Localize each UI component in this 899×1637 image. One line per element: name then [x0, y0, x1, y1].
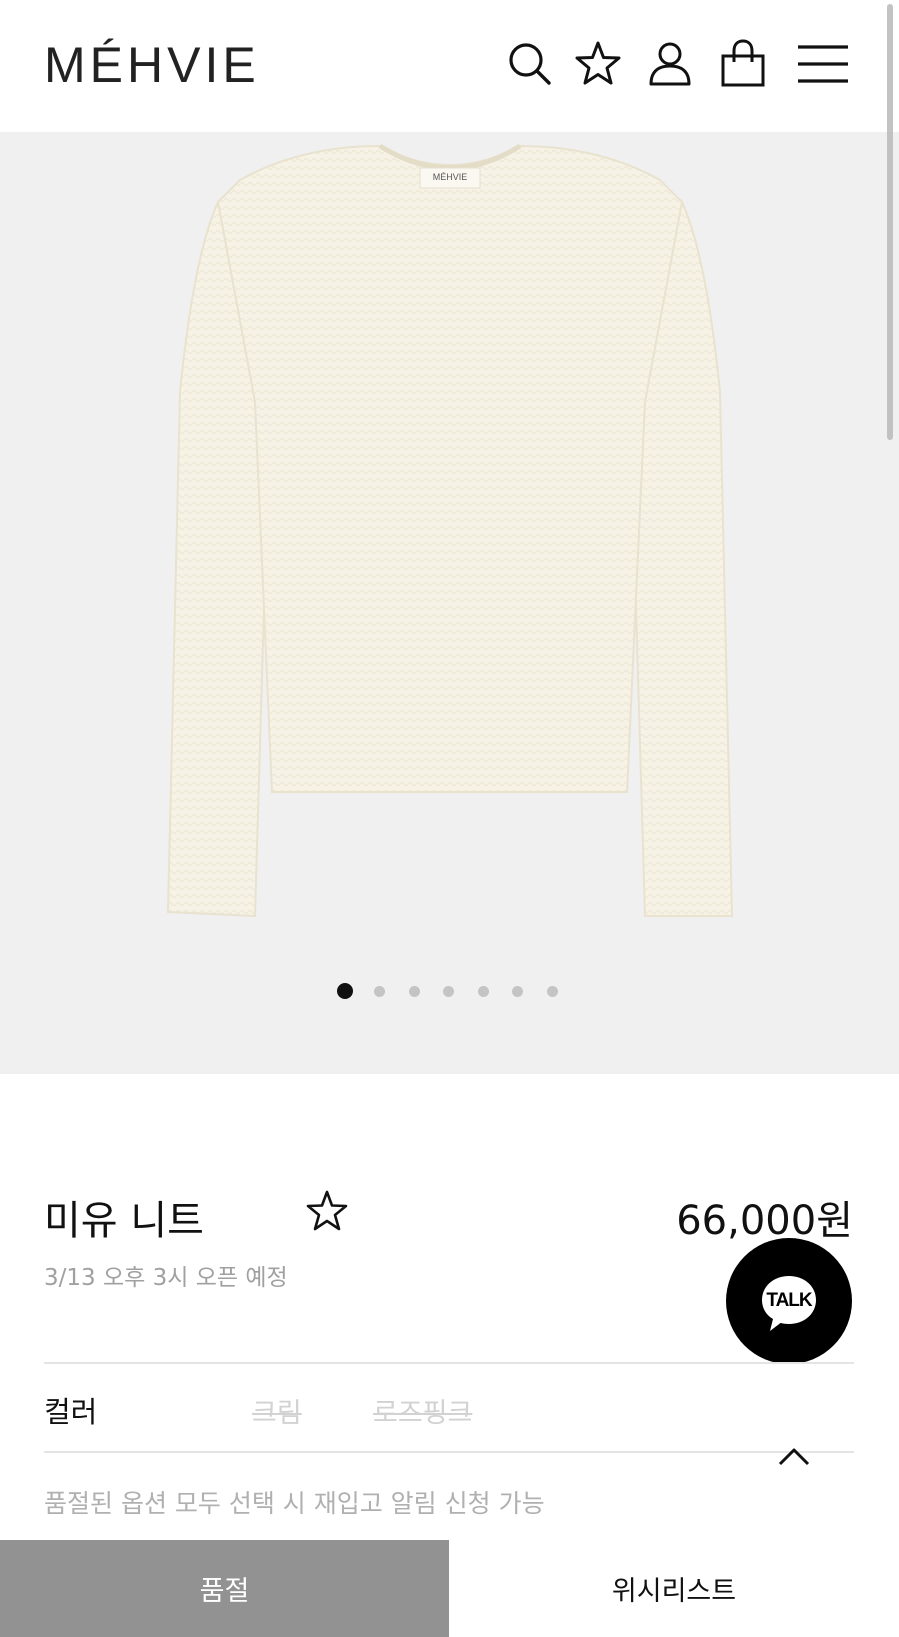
kakao-talk-button[interactable]: TALK [726, 1238, 852, 1364]
carousel-dot-7[interactable] [546, 986, 558, 997]
carousel-dot-2[interactable] [374, 986, 385, 997]
carousel-dot-4[interactable] [443, 986, 454, 997]
site-header: MÉHVIE [0, 0, 899, 132]
product-page: MÉHVIE MÉHVIE 미유 니트 66,000원 3/13 오후 3시 오… [0, 0, 899, 1637]
scrollbar[interactable] [887, 4, 893, 440]
soldout-button[interactable]: 품절 [0, 1540, 449, 1637]
carousel-dot-1[interactable] [337, 983, 353, 999]
chevron-up-icon[interactable] [776, 1444, 812, 1468]
option-cream-soldout[interactable]: 크림 [252, 1391, 302, 1430]
divider [44, 1451, 854, 1453]
product-image [166, 143, 734, 918]
product-wishlist-star-icon[interactable] [304, 1188, 350, 1234]
talk-label: TALK [766, 1290, 812, 1311]
product-open-note: 3/13 오후 3시 오픈 예정 [44, 1265, 288, 1291]
restock-note: 품절된 옵션 모두 선택 시 재입고 알림 신청 가능 [44, 1489, 545, 1518]
carousel-dot-6[interactable] [512, 986, 523, 997]
brand-logo[interactable]: MÉHVIE [44, 36, 260, 94]
product-image-gallery[interactable]: MÉHVIE [0, 132, 899, 1074]
product-name: 미유 니트 [44, 1198, 204, 1244]
carousel-dot-5[interactable] [477, 986, 489, 997]
option-label-color: 컬러 [44, 1395, 98, 1429]
option-rosepink-soldout[interactable]: 로즈핑크 [373, 1391, 472, 1430]
shopping-bag-icon[interactable] [717, 38, 769, 90]
garment-label-text: MÉHVIE [432, 172, 468, 182]
divider [44, 1362, 854, 1364]
user-icon[interactable] [644, 38, 696, 90]
wishlist-button[interactable]: 위시리스트 [449, 1540, 899, 1637]
search-icon[interactable] [504, 38, 556, 90]
carousel-dot-3[interactable] [408, 986, 420, 997]
menu-icon[interactable] [795, 38, 851, 90]
wishlist-star-icon[interactable] [572, 38, 624, 90]
carousel-dots [0, 982, 899, 1002]
